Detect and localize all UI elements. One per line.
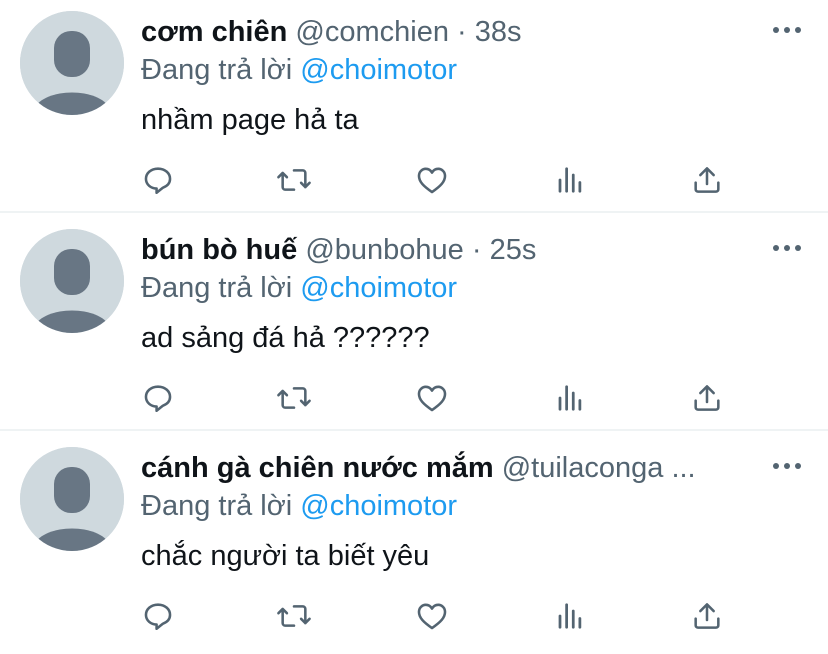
replying-to-label: Đang trả lời	[141, 54, 293, 86]
display-name[interactable]: cánh gà chiên nước mắm	[141, 452, 494, 484]
display-name[interactable]: cơm chiên	[141, 16, 287, 48]
divider	[0, 211, 828, 213]
share-button[interactable]	[685, 376, 729, 420]
tweet-text: ad sảng đá hả ??????	[141, 322, 430, 354]
mention-link[interactable]: @choimotor	[300, 490, 457, 522]
more-options-icon	[773, 27, 801, 33]
analytics-icon	[558, 385, 582, 411]
mention-link[interactable]: @choimotor	[300, 54, 457, 86]
default-avatar-icon	[20, 447, 124, 551]
separator-dot: ·	[457, 16, 467, 48]
replying-to-label: Đang trả lời	[141, 272, 293, 304]
reply-button[interactable]	[136, 376, 180, 420]
action-bar	[0, 376, 828, 420]
reply-icon	[144, 385, 172, 413]
analytics-button[interactable]	[548, 376, 592, 420]
avatar[interactable]	[20, 11, 124, 115]
retweet-icon	[277, 169, 311, 191]
display-name[interactable]: bún bò huế	[141, 234, 297, 266]
more-options-icon	[773, 245, 801, 251]
like-icon	[417, 167, 447, 194]
reply-tweet[interactable]: cánh gà chiên nước mắm @tuilaconga ... Đ…	[0, 436, 828, 654]
retweet-button[interactable]	[272, 158, 316, 202]
replying-to-label: Đang trả lời	[141, 490, 293, 522]
replying-to-line: Đang trả lời @choimotor	[141, 51, 457, 89]
retweet-icon	[277, 387, 311, 409]
reply-tweet[interactable]: cơm chiên @comchien · 38s Đang trả lời @…	[0, 0, 828, 218]
retweet-icon	[277, 605, 311, 627]
tweet-text: nhầm page hả ta	[141, 104, 359, 136]
analytics-icon	[558, 603, 582, 629]
timestamp[interactable]: 38s	[475, 16, 522, 48]
share-icon	[694, 603, 720, 629]
divider	[0, 429, 828, 431]
tweet-text: chắc người ta biết yêu	[141, 540, 430, 572]
replying-to-line: Đang trả lời @choimotor	[141, 269, 457, 307]
tweet-header: bún bò huế @bunbohue · 25s	[141, 230, 758, 270]
replying-to-line: Đang trả lời @choimotor	[141, 487, 457, 525]
like-button[interactable]	[410, 594, 454, 638]
analytics-button[interactable]	[548, 158, 592, 202]
retweet-button[interactable]	[272, 594, 316, 638]
tweet-header: cơm chiên @comchien · 38s	[141, 12, 758, 52]
reply-icon	[144, 167, 172, 195]
like-button[interactable]	[410, 376, 454, 420]
tweet-header: cánh gà chiên nước mắm @tuilaconga ...	[141, 448, 758, 488]
user-handle[interactable]: @bunbohue	[305, 234, 463, 266]
share-icon	[694, 167, 720, 193]
avatar[interactable]	[20, 229, 124, 333]
timestamp[interactable]: 25s	[490, 234, 537, 266]
avatar[interactable]	[20, 447, 124, 551]
share-button[interactable]	[685, 158, 729, 202]
more-options-icon	[773, 463, 801, 469]
retweet-button[interactable]	[272, 376, 316, 420]
mention-link[interactable]: @choimotor	[300, 272, 457, 304]
user-handle[interactable]: @comchien	[295, 16, 449, 48]
more-options-button[interactable]	[772, 22, 802, 38]
analytics-icon	[558, 167, 582, 193]
share-icon	[694, 385, 720, 411]
share-button[interactable]	[685, 594, 729, 638]
more-options-button[interactable]	[772, 458, 802, 474]
analytics-button[interactable]	[548, 594, 592, 638]
more-options-button[interactable]	[772, 240, 802, 256]
like-icon	[417, 385, 447, 412]
user-handle[interactable]: @tuilaconga ...	[502, 452, 696, 484]
like-icon	[417, 603, 447, 630]
reply-button[interactable]	[136, 158, 180, 202]
reply-button[interactable]	[136, 594, 180, 638]
action-bar	[0, 594, 828, 638]
separator-dot: ·	[471, 234, 482, 266]
default-avatar-icon	[20, 11, 124, 115]
reply-icon	[144, 603, 172, 631]
action-bar	[0, 158, 828, 202]
default-avatar-icon	[20, 229, 124, 333]
reply-tweet[interactable]: bún bò huế @bunbohue · 25s Đang trả lời …	[0, 218, 828, 436]
like-button[interactable]	[410, 158, 454, 202]
